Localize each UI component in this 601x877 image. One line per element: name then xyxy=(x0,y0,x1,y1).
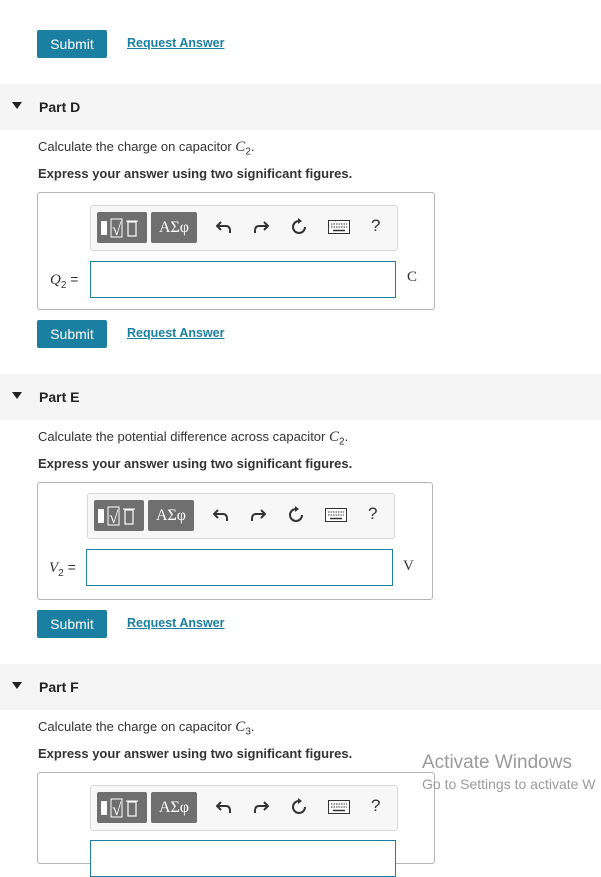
undo-icon[interactable] xyxy=(214,797,234,817)
part-d-answer-input[interactable] xyxy=(90,261,396,298)
part-f-instruction: Express your answer using two significan… xyxy=(38,746,353,761)
submit-button-part-d[interactable]: Submit xyxy=(37,320,107,348)
part-e-header[interactable]: Part E xyxy=(0,374,601,420)
part-d-variable-label: Q2 = xyxy=(50,271,79,291)
svg-text:√: √ xyxy=(112,220,122,239)
part-f-answer-input[interactable] xyxy=(90,840,396,877)
part-f-header[interactable]: Part F xyxy=(0,664,601,710)
part-d-unit: C xyxy=(407,269,418,285)
part-e-title: Part E xyxy=(39,389,80,405)
part-d-answer-box: √ ΑΣφ ? Q2 = C xyxy=(37,192,435,310)
undo-icon[interactable] xyxy=(214,217,234,237)
part-e-instruction: Express your answer using two significan… xyxy=(38,456,353,471)
keyboard-icon[interactable] xyxy=(327,217,351,237)
help-icon[interactable]: ? xyxy=(371,216,380,236)
part-e-unit: V xyxy=(403,558,414,574)
svg-text:√: √ xyxy=(112,800,122,819)
part-d-question: Calculate the charge on capacitor C2. xyxy=(38,139,255,158)
part-f-question: Calculate the charge on capacitor C3. xyxy=(38,719,255,738)
keyboard-icon[interactable] xyxy=(324,505,348,525)
submit-button-part-e[interactable]: Submit xyxy=(37,610,107,638)
help-icon[interactable]: ? xyxy=(368,504,377,524)
greek-icon[interactable]: ΑΣφ xyxy=(151,792,197,823)
collapse-caret-icon[interactable] xyxy=(12,102,22,109)
part-e-variable-label: V2 = xyxy=(49,559,76,579)
part-d-title: Part D xyxy=(39,99,81,115)
template-icon[interactable]: √ xyxy=(94,500,144,531)
request-answer-link-part-c[interactable]: Request Answer xyxy=(127,36,224,50)
redo-icon[interactable] xyxy=(251,797,271,817)
svg-text:√: √ xyxy=(109,508,119,527)
part-d-header[interactable]: Part D xyxy=(0,84,601,130)
part-f-answer-box: √ ΑΣφ ? xyxy=(37,772,435,877)
reset-icon[interactable] xyxy=(286,505,306,525)
activate-windows-watermark: Activate Windows xyxy=(422,752,572,773)
math-toolbar: √ ΑΣφ ? xyxy=(87,493,395,539)
collapse-caret-icon[interactable] xyxy=(12,392,22,399)
request-answer-link-part-e[interactable]: Request Answer xyxy=(127,616,224,630)
reset-icon[interactable] xyxy=(289,217,309,237)
undo-icon[interactable] xyxy=(211,505,231,525)
part-f-title: Part F xyxy=(39,679,79,695)
keyboard-icon[interactable] xyxy=(327,797,351,817)
part-d-instruction: Express your answer using two significan… xyxy=(38,166,353,181)
part-e-answer-input[interactable] xyxy=(86,549,393,586)
collapse-caret-icon[interactable] xyxy=(12,682,22,689)
template-icon[interactable]: √ xyxy=(97,212,147,243)
redo-icon[interactable] xyxy=(251,217,271,237)
greek-icon[interactable]: ΑΣφ xyxy=(148,500,194,531)
part-e-answer-box: √ ΑΣφ ? V2 = V xyxy=(37,482,433,600)
help-icon[interactable]: ? xyxy=(371,796,380,816)
activate-windows-hint: Go to Settings to activate W xyxy=(422,776,596,792)
math-toolbar: √ ΑΣφ ? xyxy=(90,785,398,831)
math-toolbar: √ ΑΣφ ? xyxy=(90,205,398,251)
submit-button-part-c[interactable]: Submit xyxy=(37,30,107,58)
request-answer-link-part-d[interactable]: Request Answer xyxy=(127,326,224,340)
template-icon[interactable]: √ xyxy=(97,792,147,823)
reset-icon[interactable] xyxy=(289,797,309,817)
redo-icon[interactable] xyxy=(248,505,268,525)
part-e-question: Calculate the potential difference acros… xyxy=(38,429,349,448)
greek-icon[interactable]: ΑΣφ xyxy=(151,212,197,243)
